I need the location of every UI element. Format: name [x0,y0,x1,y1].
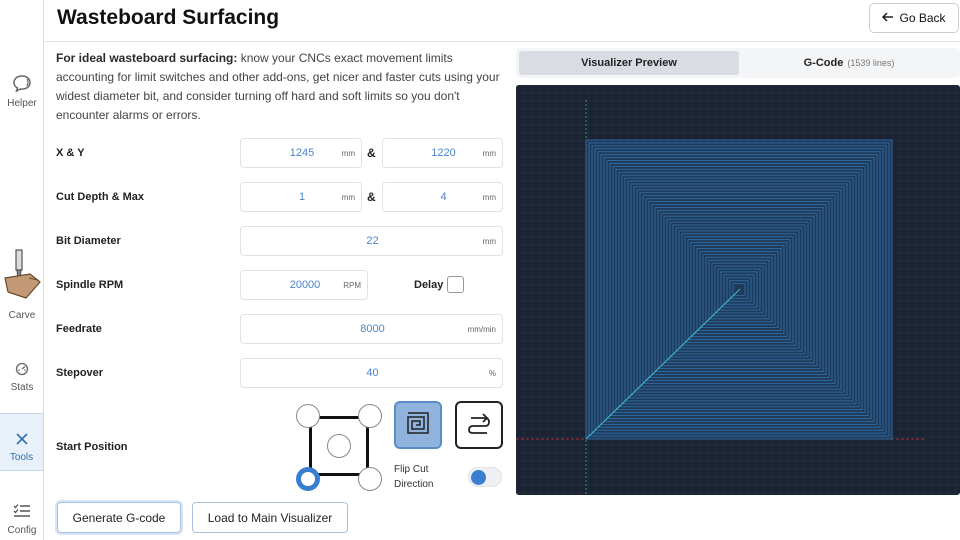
stepover-unit: % [488,369,496,378]
toolpath-preview [516,85,960,495]
header-divider [44,41,960,42]
helper-icon [0,74,44,95]
flip-direction-toggle[interactable] [468,467,502,487]
sidebar: Helper Carve Stats Tools Config [0,0,44,540]
bit-diameter-value: 22 [366,235,379,247]
cut-depth-separator: & [367,190,376,204]
sidebar-item-carve[interactable]: Carve [0,248,44,321]
start-position-top-right[interactable] [358,404,382,428]
bit-diameter-unit: mm [482,237,496,246]
max-depth-unit: mm [482,193,496,202]
toggle-knob [471,470,486,485]
max-depth-input[interactable]: 4 mm [382,182,503,212]
start-position-bottom-left[interactable] [296,467,320,491]
cut-depth-label: Cut Depth & Max [56,191,144,203]
start-position-top-left[interactable] [296,404,320,428]
feedrate-value: 8000 [360,323,385,335]
spindle-rpm-unit: RPM [343,281,361,290]
intro-bold: For ideal wasteboard surfacing: [56,51,238,65]
feedrate-label: Feedrate [56,323,102,335]
config-icon [0,503,44,522]
stepover-input[interactable]: 40 % [240,358,503,388]
arrow-left-icon [882,11,894,25]
x-input[interactable]: 1245 mm [240,138,362,168]
cut-depth-input[interactable]: 1 mm [240,182,362,212]
flip-direction-label: Flip Cut Direction [394,464,434,490]
tab-gcode[interactable]: G-Code (1539 lines) [740,51,958,75]
start-position-selector [295,402,383,492]
preview-tabs: Visualizer Preview G-Code (1539 lines) [516,48,960,78]
spiral-mode-button[interactable] [394,401,442,449]
intro-text: For ideal wasteboard surfacing: know you… [56,49,504,125]
load-visualizer-button[interactable]: Load to Main Visualizer [192,502,348,533]
tab-gcode-label: G-Code [803,57,844,69]
sidebar-label-helper: Helper [7,98,37,109]
stats-icon [0,362,44,379]
generate-gcode-button[interactable]: Generate G-code [57,502,181,533]
feedrate-unit: mm/min [467,325,496,334]
visualizer-canvas[interactable] [516,85,960,495]
start-position-label: Start Position [56,441,128,453]
xy-separator: & [367,146,376,160]
xy-label: X & Y [56,147,85,159]
sidebar-item-config[interactable]: Config [0,503,44,536]
y-unit: mm [482,149,496,158]
spiral-icon [404,409,432,442]
go-back-button[interactable]: Go Back [869,3,959,33]
gcode-line-count: (1539 lines) [847,58,895,68]
spindle-rpm-label: Spindle RPM [56,279,124,291]
page-title: Wasteboard Surfacing [57,6,280,29]
zigzag-icon [465,409,493,442]
y-input[interactable]: 1220 mm [382,138,503,168]
zigzag-mode-button[interactable] [455,401,503,449]
go-back-label: Go Back [899,11,946,25]
stepover-label: Stepover [56,367,104,379]
delay-checkbox[interactable] [447,276,464,293]
sidebar-item-helper[interactable]: Helper [0,74,44,109]
tab-visualizer-label: Visualizer Preview [581,57,677,69]
feedrate-input[interactable]: 8000 mm/min [240,314,503,344]
sidebar-label-carve: Carve [8,310,36,321]
start-position-center[interactable] [327,434,351,458]
sidebar-label-tools: Tools [9,452,34,463]
sidebar-item-stats[interactable]: Stats [0,362,44,393]
spindle-rpm-input[interactable]: 20000 RPM [240,270,368,300]
tools-icon [0,432,43,449]
carve-icon [0,248,44,307]
delay-label: Delay [414,279,444,291]
cut-depth-unit: mm [341,193,355,202]
tab-visualizer-preview[interactable]: Visualizer Preview [519,51,739,75]
stepover-value: 40 [366,367,379,379]
x-unit: mm [341,149,355,158]
bit-diameter-label: Bit Diameter [56,235,121,247]
bit-diameter-input[interactable]: 22 mm [240,226,503,256]
sidebar-label-config: Config [7,525,37,536]
sidebar-item-tools[interactable]: Tools [0,413,44,471]
sidebar-label-stats: Stats [10,382,34,393]
start-position-bottom-right[interactable] [358,467,382,491]
